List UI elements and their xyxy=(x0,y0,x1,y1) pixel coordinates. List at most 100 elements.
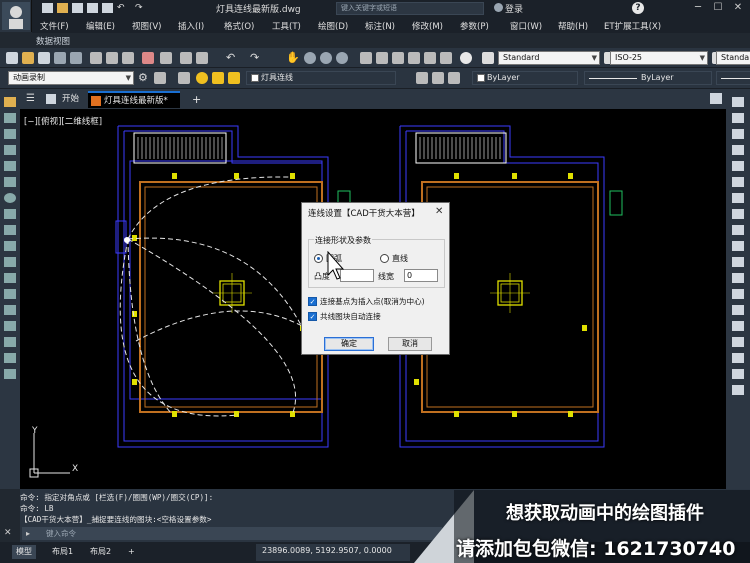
tab-add-button[interactable]: + xyxy=(188,91,205,108)
linewidth-input[interactable]: 0 xyxy=(404,269,438,282)
menu-dimension[interactable]: 标注(N) xyxy=(365,20,395,32)
layer-states-icon[interactable] xyxy=(448,72,460,84)
print-icon[interactable] xyxy=(102,3,113,13)
preview-icon[interactable] xyxy=(70,52,82,64)
arc-icon[interactable] xyxy=(4,177,16,187)
open-folder-icon[interactable] xyxy=(57,3,68,13)
fillet-icon[interactable] xyxy=(732,321,744,331)
construction-line-icon[interactable] xyxy=(4,113,16,123)
menu-format[interactable]: 格式(O) xyxy=(224,20,254,32)
ok-button[interactable]: 确定 xyxy=(324,337,374,351)
text-style-select[interactable]: Standard ▼ xyxy=(498,51,600,65)
erase-icon[interactable] xyxy=(732,97,744,107)
menu-lines-icon[interactable]: ☰ xyxy=(26,93,35,104)
break-icon[interactable] xyxy=(732,273,744,283)
copy-icon[interactable] xyxy=(106,52,118,64)
make-current-layer-icon[interactable] xyxy=(416,72,428,84)
redo-icon[interactable]: ↷ xyxy=(250,52,262,64)
dim-style-select[interactable]: ISO-25 ▼ xyxy=(610,51,708,65)
new-file-icon[interactable] xyxy=(42,3,53,13)
menu-draw[interactable]: 绘图(D) xyxy=(318,20,348,32)
array-icon[interactable] xyxy=(732,161,744,171)
open-icon[interactable] xyxy=(22,52,34,64)
menu-view[interactable]: 视图(V) xyxy=(132,20,161,32)
extend-icon[interactable] xyxy=(732,257,744,267)
save-as-icon[interactable] xyxy=(87,3,98,13)
quickcalc-icon[interactable] xyxy=(440,52,452,64)
mirror-icon[interactable] xyxy=(732,129,744,139)
insertion-point-checkbox[interactable]: ✓ xyxy=(308,297,317,306)
rotate-icon[interactable] xyxy=(732,193,744,203)
insert-block-icon[interactable] xyxy=(4,257,16,267)
command-close-icon[interactable]: ✕ xyxy=(4,528,12,538)
layer-on-icon[interactable] xyxy=(196,72,208,84)
insert-block-icon[interactable] xyxy=(180,52,192,64)
menu-help[interactable]: 帮助(H) xyxy=(558,20,588,32)
cut-icon[interactable] xyxy=(90,52,102,64)
make-block-icon[interactable] xyxy=(4,273,16,283)
help-icon[interactable]: ? xyxy=(632,2,644,14)
point-icon[interactable] xyxy=(4,289,16,299)
revcloud-icon[interactable] xyxy=(4,209,16,219)
menu-edit[interactable]: 编辑(E) xyxy=(86,20,115,32)
maximize-button[interactable]: ☐ xyxy=(710,2,726,14)
menu-window[interactable]: 窗口(W) xyxy=(510,20,542,32)
region-icon[interactable] xyxy=(4,337,16,347)
menu-tools[interactable]: 工具(T) xyxy=(272,20,301,32)
command-input[interactable]: ▸ 键入命令 xyxy=(22,527,442,540)
menu-insert[interactable]: 插入(I) xyxy=(178,20,204,32)
new-icon[interactable] xyxy=(6,52,18,64)
circle-icon[interactable] xyxy=(4,193,16,203)
tool-palettes-icon[interactable] xyxy=(392,52,404,64)
stretch-icon[interactable] xyxy=(732,225,744,235)
paste-icon[interactable] xyxy=(122,52,134,64)
join-icon[interactable] xyxy=(732,289,744,299)
offset-icon[interactable] xyxy=(732,145,744,155)
hatch-icon[interactable] xyxy=(4,305,16,315)
viewport-controls[interactable]: [−][俯视][二维线框] xyxy=(24,115,102,127)
workspace-save-icon[interactable] xyxy=(154,72,166,84)
lineweight-select[interactable] xyxy=(716,71,750,85)
arc-radio[interactable] xyxy=(314,254,323,263)
search-input[interactable]: 键入关键字或短语 xyxy=(336,2,484,15)
table-icon[interactable] xyxy=(4,353,16,363)
magnet-off-icon[interactable] xyxy=(732,385,744,395)
polyline-icon[interactable] xyxy=(4,129,16,139)
redo-icon[interactable]: ↷ xyxy=(135,3,149,13)
tab-layout1[interactable]: 布局1 xyxy=(48,545,77,559)
line-radio[interactable] xyxy=(380,254,389,263)
gradient-icon[interactable] xyxy=(4,321,16,331)
save-icon[interactable] xyxy=(38,52,50,64)
workspace-select[interactable]: 动画录制 ▼ xyxy=(8,71,134,85)
zoom-previous-icon[interactable] xyxy=(336,52,348,64)
layout-tools-icon[interactable] xyxy=(710,93,722,104)
layer-freeze-icon[interactable] xyxy=(212,72,224,84)
tab-model[interactable]: 模型 xyxy=(12,545,36,559)
dialog-close-button[interactable]: ✕ xyxy=(435,206,443,217)
undo-icon[interactable]: ↶ xyxy=(117,3,131,13)
layer-icon[interactable] xyxy=(196,52,208,64)
copy-object-icon[interactable] xyxy=(732,113,744,123)
workspace-settings-icon[interactable]: ⚙ xyxy=(138,72,150,84)
move-icon[interactable] xyxy=(732,177,744,187)
linetype-select[interactable]: ByLayer xyxy=(584,71,712,85)
rectangle-icon[interactable] xyxy=(4,161,16,171)
table-style-select[interactable]: Standa xyxy=(716,51,750,65)
scale-icon[interactable] xyxy=(732,209,744,219)
app-logo[interactable] xyxy=(0,0,32,32)
tab-start[interactable]: 开始 xyxy=(58,91,83,108)
minimize-button[interactable]: ─ xyxy=(690,2,706,14)
markup-icon[interactable] xyxy=(424,52,436,64)
zoom-window-icon[interactable] xyxy=(320,52,332,64)
block-editor-icon[interactable] xyxy=(160,52,172,64)
magnet-icon[interactable] xyxy=(732,353,744,363)
plot-icon[interactable] xyxy=(54,52,66,64)
save-icon[interactable] xyxy=(72,3,83,13)
sheet-set-icon[interactable] xyxy=(408,52,420,64)
tab-document[interactable]: 灯具连线最新版* xyxy=(88,91,180,108)
undo-icon[interactable]: ↶ xyxy=(226,52,238,64)
menu-express-tools[interactable]: ET扩展工具(X) xyxy=(604,20,661,32)
design-center-icon[interactable] xyxy=(376,52,388,64)
color-select[interactable]: ByLayer xyxy=(472,71,578,85)
login-link[interactable]: 登录 xyxy=(505,2,523,15)
